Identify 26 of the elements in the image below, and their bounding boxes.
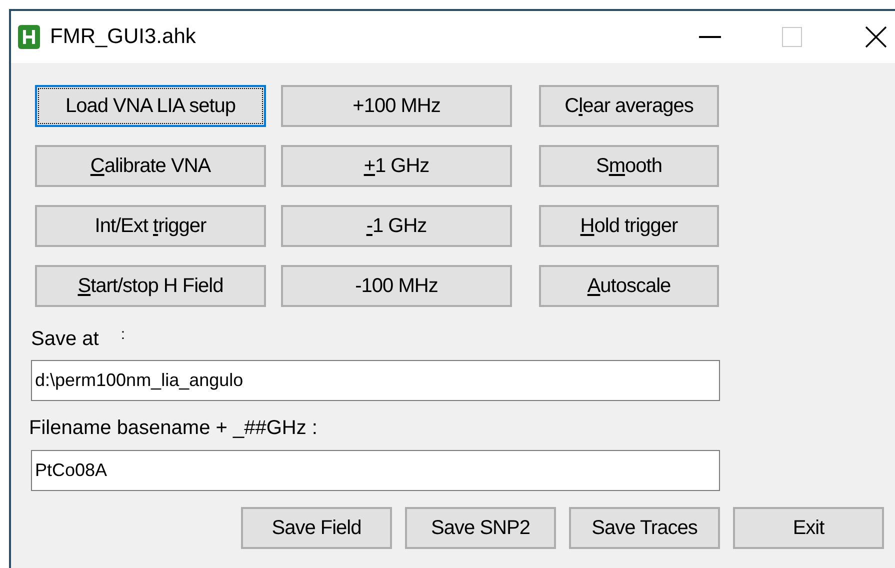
action-button[interactable]: +1 GHz xyxy=(281,145,512,187)
maximize-icon[interactable] xyxy=(782,27,802,47)
label-colon: : xyxy=(120,325,125,345)
action-button[interactable]: Save Field xyxy=(241,507,392,549)
action-button[interactable]: Start/stop H Field xyxy=(35,265,266,307)
action-button[interactable]: Hold trigger xyxy=(539,205,719,247)
action-button[interactable]: -1 GHz xyxy=(281,205,512,247)
window-title: FMR_GUI3.ahk xyxy=(50,24,196,50)
input-field[interactable]: d:\perm100nm_lia_angulo xyxy=(31,360,720,401)
app-icon xyxy=(18,25,40,49)
minimize-icon[interactable] xyxy=(699,36,721,38)
action-button[interactable]: -100 MHz xyxy=(281,265,512,307)
action-button[interactable]: Autoscale xyxy=(539,265,719,307)
field-label: Save at xyxy=(31,327,99,352)
action-button[interactable]: Calibrate VNA xyxy=(35,145,266,187)
action-button[interactable]: Load VNA LIA setup xyxy=(35,85,266,127)
action-button[interactable]: Clear averages xyxy=(539,85,719,127)
field-label: Filename basename + _##GHz : xyxy=(29,416,318,441)
action-button[interactable]: Save Traces xyxy=(569,507,720,549)
action-button[interactable]: Int/Ext trigger xyxy=(35,205,266,247)
action-button[interactable]: Smooth xyxy=(539,145,719,187)
close-icon[interactable] xyxy=(865,26,887,48)
action-button[interactable]: +100 MHz xyxy=(281,85,512,127)
action-button[interactable]: Save SNP2 xyxy=(405,507,556,549)
input-field[interactable]: PtCo08A xyxy=(31,450,720,491)
action-button[interactable]: Exit xyxy=(733,507,884,549)
